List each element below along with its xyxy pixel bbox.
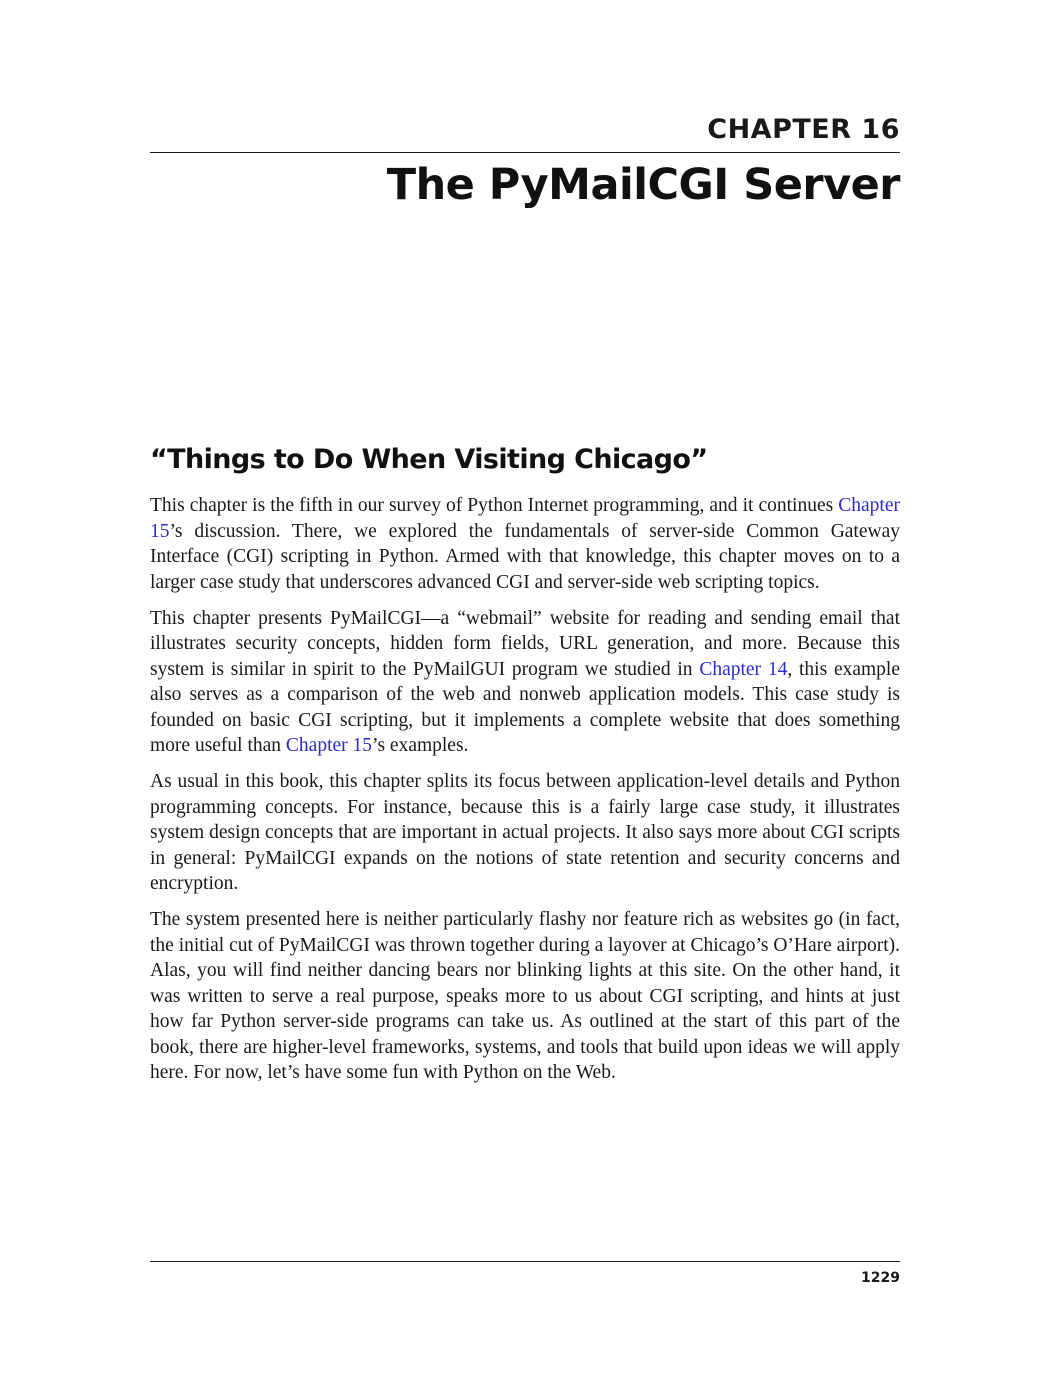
footer-rule: [150, 1261, 900, 1262]
paragraph-2: This chapter presents PyMailCGI—a “webma…: [150, 606, 900, 759]
paragraph-4: The system presented here is neither par…: [150, 907, 900, 1086]
paragraph-3: As usual in this book, this chapter spli…: [150, 769, 900, 897]
paragraph-text: As usual in this book, this chapter spli…: [150, 771, 900, 894]
chapter-title: The PyMailCGI Server: [386, 160, 901, 210]
paragraph-text: ’s discussion. There, we explored the fu…: [150, 520, 900, 593]
paragraph-1: This chapter is the fifth in our survey …: [150, 493, 900, 595]
paragraph-text: This chapter is the fifth in our survey …: [150, 495, 839, 516]
chapter-body: This chapter is the fifth in our survey …: [150, 493, 900, 1096]
section-heading: “Things to Do When Visiting Chicago”: [150, 444, 708, 475]
chapter-header-rule: [150, 152, 900, 153]
chapter-label: CHAPTER 16: [707, 114, 900, 145]
page-number: 1229: [861, 1270, 900, 1286]
paragraph-text: The system presented here is neither par…: [150, 909, 901, 1083]
chapter-15-link[interactable]: Chapter 15: [286, 735, 372, 756]
paragraph-text: ’s examples.: [372, 735, 469, 756]
book-page: CHAPTER 16 The PyMailCGI Server “Things …: [150, 0, 901, 1378]
chapter-14-link[interactable]: Chapter 14: [699, 659, 787, 680]
